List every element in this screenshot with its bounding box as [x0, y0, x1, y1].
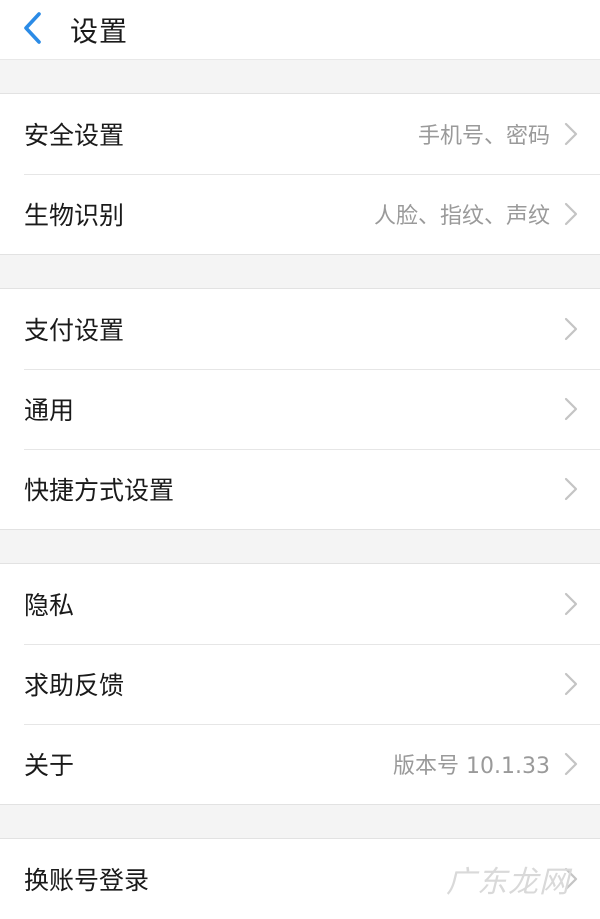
back-button[interactable]: [0, 0, 70, 60]
chevron-right-icon: [564, 397, 578, 421]
settings-item-label: 通用: [24, 396, 75, 425]
settings-item-label: 隐私: [24, 591, 75, 620]
chevron-right-icon: [564, 122, 578, 146]
section-divider: [0, 530, 600, 564]
chevron-right-icon: [564, 477, 578, 501]
settings-item-shortcuts[interactable]: 快捷方式设置: [0, 449, 600, 529]
settings-item-label: 生物识别: [24, 201, 125, 230]
settings-item-label: 快捷方式设置: [24, 476, 175, 505]
settings-group-account: 安全设置 手机号、密码 生物识别 人脸、指纹、声纹: [0, 94, 600, 255]
section-divider: [0, 60, 600, 94]
section-divider: [0, 255, 600, 289]
settings-item-help-feedback[interactable]: 求助反馈: [0, 644, 600, 724]
settings-item-privacy[interactable]: 隐私: [0, 564, 600, 644]
settings-item-label: 关于: [24, 751, 75, 780]
settings-item-label: 求助反馈: [24, 671, 125, 700]
settings-item-biometrics[interactable]: 生物识别 人脸、指纹、声纹: [0, 174, 600, 254]
settings-item-security[interactable]: 安全设置 手机号、密码: [0, 94, 600, 174]
watermark: 广东龙网: [446, 865, 570, 900]
top-bar: 设置: [0, 0, 600, 60]
section-divider: [0, 805, 600, 839]
settings-item-label: 安全设置: [24, 121, 125, 150]
chevron-right-icon: [564, 752, 578, 776]
chevron-right-icon: [564, 317, 578, 341]
settings-item-label: 支付设置: [24, 316, 125, 345]
page-title: 设置: [70, 14, 129, 48]
chevron-right-icon: [564, 592, 578, 616]
chevron-right-icon: [564, 202, 578, 226]
chevron-left-icon: [22, 11, 44, 49]
settings-item-about[interactable]: 关于 版本号 10.1.33: [0, 724, 600, 804]
settings-group-about: 隐私 求助反馈 关于 版本号 10.1.33: [0, 564, 600, 805]
settings-item-value: 人脸、指纹、声纹: [373, 204, 550, 229]
settings-item-general[interactable]: 通用: [0, 369, 600, 449]
version-value: 版本号 10.1.33: [393, 754, 550, 779]
settings-group-general: 支付设置 通用 快捷方式设置: [0, 289, 600, 530]
settings-item-payment[interactable]: 支付设置: [0, 289, 600, 369]
settings-item-value: 手机号、密码: [417, 124, 550, 149]
chevron-right-icon: [564, 672, 578, 696]
